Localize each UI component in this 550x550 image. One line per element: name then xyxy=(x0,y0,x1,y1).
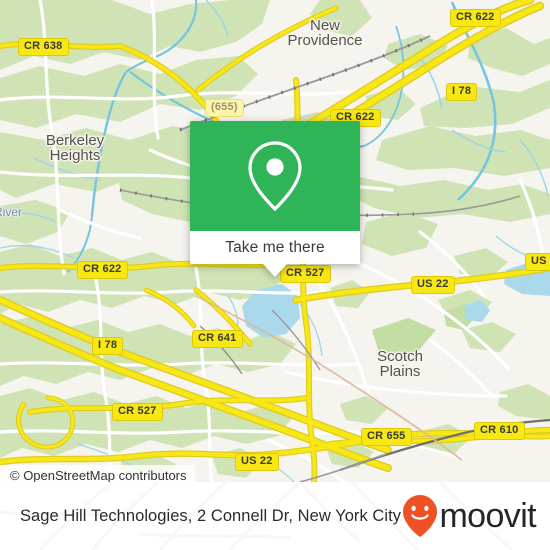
map-pin-icon xyxy=(248,141,302,212)
shield-cr-638: CR 638 xyxy=(18,38,69,56)
shield-cr-622-ne: CR 622 xyxy=(450,9,501,27)
shield-cr-610: CR 610 xyxy=(474,422,525,440)
shield-us-22-mid: US 22 xyxy=(411,276,455,294)
destination-title: Sage Hill Technologies, 2 Connell Dr, Ne… xyxy=(20,506,402,525)
callout-tail xyxy=(263,264,287,277)
moovit-logo[interactable]: moovit xyxy=(402,494,537,538)
shield-i-78-sw: I 78 xyxy=(92,337,124,355)
shield-cr-527-sw: CR 527 xyxy=(112,403,163,421)
destination-callout[interactable]: Take me there xyxy=(190,121,360,277)
shield-cr-641: CR 641 xyxy=(192,330,243,348)
shield-us-2-right: US 2 xyxy=(525,253,550,271)
bottom-info-bar: Sage Hill Technologies, 2 Connell Dr, Ne… xyxy=(0,482,550,550)
water-label-river: River xyxy=(0,205,23,219)
take-me-there-button[interactable]: Take me there xyxy=(225,239,325,257)
shield-cr-622-w: CR 622 xyxy=(77,261,128,279)
shield-us-22-s: US 22 xyxy=(235,453,279,471)
osm-attribution[interactable]: © OpenStreetMap contributors xyxy=(0,465,195,482)
moovit-pin-smiley-icon xyxy=(403,495,438,537)
callout-header xyxy=(190,121,360,231)
shield-cr-527-mid: CR 527 xyxy=(280,265,331,283)
shield-i-78-ne: I 78 xyxy=(446,83,478,101)
map-screenshot: Berkeley Heights New Providence Scotch P… xyxy=(0,0,550,550)
map-canvas[interactable]: Berkeley Heights New Providence Scotch P… xyxy=(0,0,550,482)
shield-cr-655: CR 655 xyxy=(361,428,412,446)
moovit-wordmark: moovit xyxy=(439,497,536,535)
shield-655: (655) xyxy=(205,99,244,117)
callout-footer[interactable]: Take me there xyxy=(190,231,360,264)
